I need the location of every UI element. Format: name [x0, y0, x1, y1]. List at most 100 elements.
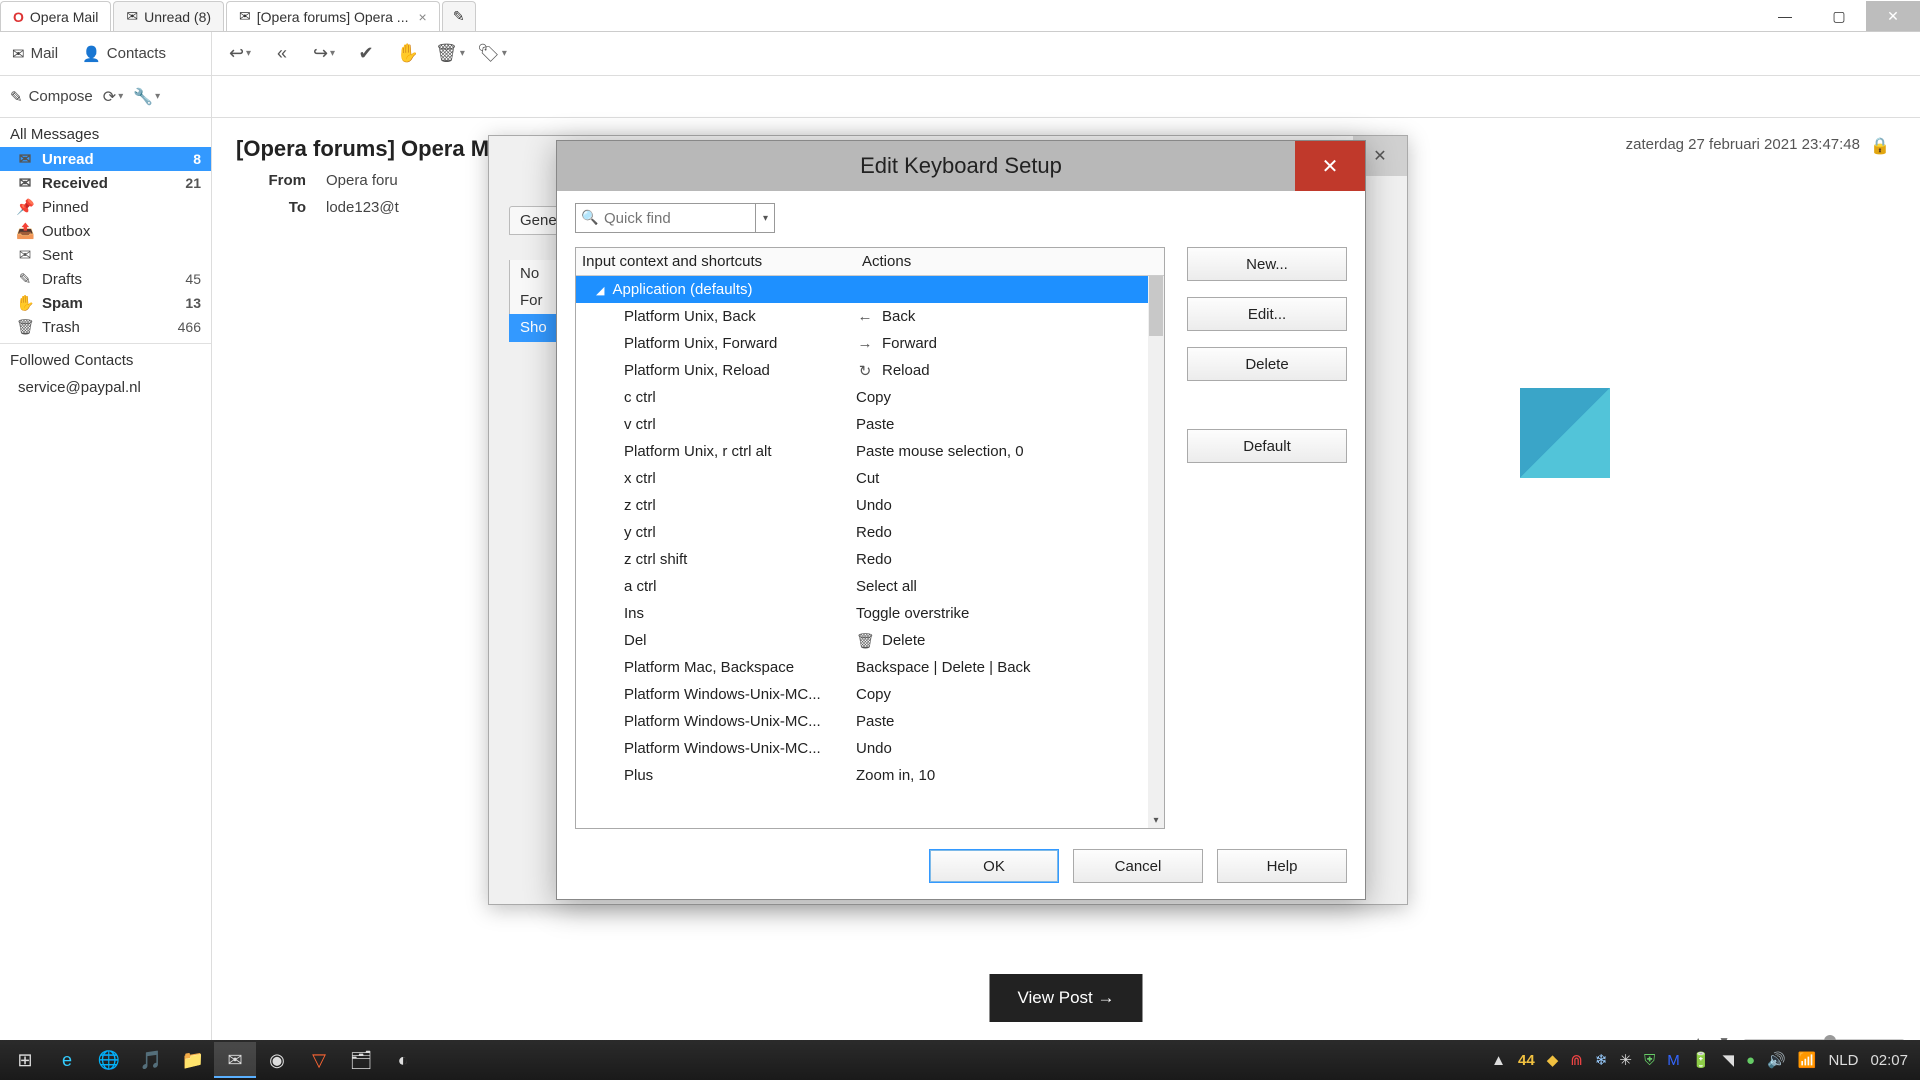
tray-shield-icon[interactable]: ◆ [1547, 1051, 1559, 1069]
start-button[interactable]: ⊞ [4, 1042, 46, 1078]
reply-all-button[interactable]: « [262, 34, 302, 74]
tray-app3-icon[interactable]: ◥ [1722, 1051, 1734, 1069]
mail-view-button[interactable]: ✉Mail [0, 32, 70, 75]
scroll-down-icon[interactable]: ▾ [1148, 812, 1164, 828]
tray-temperature[interactable]: 44 [1518, 1052, 1535, 1069]
shortcut-row[interactable]: c ctrlCopy [576, 384, 1148, 411]
spam-button[interactable]: ✋ [388, 34, 428, 74]
chrome-icon[interactable]: ◉ [256, 1042, 298, 1078]
tray-app2-icon[interactable]: ✳ [1619, 1051, 1632, 1069]
app-icon[interactable]: ◐ [382, 1042, 424, 1078]
shortcut-row[interactable]: InsToggle overstrike [576, 600, 1148, 627]
sub-toolbar: ✎Compose ⟳▾ 🔧▾ [0, 76, 1920, 118]
delete-button[interactable]: 🗑▾ [430, 34, 470, 74]
new-tab-button[interactable]: ✎ [442, 1, 476, 31]
shortcut-action: Reload [882, 362, 930, 379]
close-tab-icon[interactable]: × [418, 9, 426, 25]
compose-button[interactable]: ✎Compose [10, 88, 93, 106]
sidebar-item-pinned[interactable]: 📌Pinned [0, 195, 211, 219]
shortcut-row[interactable]: a ctrlSelect all [576, 573, 1148, 600]
tray-battery-icon[interactable]: 🔋 [1692, 1051, 1711, 1069]
folder-icon[interactable]: 🗂 [340, 1042, 382, 1078]
tab-unread[interactable]: ✉ Unread (8) [113, 1, 224, 31]
view-post-button[interactable]: View Post → [989, 974, 1142, 1022]
shortcut-row[interactable]: z ctrl shiftRedo [576, 546, 1148, 573]
dialog-close-button[interactable]: ✕ [1295, 141, 1365, 191]
globe-icon[interactable]: 🌐 [88, 1042, 130, 1078]
tray-clock[interactable]: 02:07 [1870, 1052, 1908, 1069]
shortcut-key: Platform Windows-Unix-MC... [576, 740, 856, 757]
sidebar-item-label: Outbox [42, 223, 90, 240]
shortcut-row[interactable]: Platform Unix, r ctrl altPaste mouse sel… [576, 438, 1148, 465]
tray-m-icon[interactable]: M [1667, 1052, 1680, 1069]
sidebar-contact[interactable]: service@paypal.nl [0, 373, 211, 402]
music-icon[interactable]: 🎵 [130, 1042, 172, 1078]
quick-find-input[interactable] [575, 203, 775, 233]
close-window-button[interactable]: ✕ [1866, 1, 1920, 31]
new-button[interactable]: New... [1187, 247, 1347, 281]
shortcut-key: c ctrl [576, 389, 856, 406]
shortcut-group-application[interactable]: ◢Application (defaults) [576, 276, 1148, 303]
app-tab-opera-mail[interactable]: O Opera Mail [0, 1, 111, 31]
minimize-button[interactable]: — [1758, 1, 1812, 31]
shortcut-row[interactable]: Platform Windows-Unix-MC...Copy [576, 681, 1148, 708]
sidebar-item-received[interactable]: ✉Received21 [0, 171, 211, 195]
maximize-button[interactable]: ▢ [1812, 1, 1866, 31]
default-button[interactable]: Default [1187, 429, 1347, 463]
shortcut-row[interactable]: x ctrlCut [576, 465, 1148, 492]
col-actions[interactable]: Actions [856, 253, 1164, 270]
mark-read-button[interactable]: ✔ [346, 34, 386, 74]
delete-shortcut-button[interactable]: Delete [1187, 347, 1347, 381]
shortcut-row[interactable]: Platform Unix, Forward→Forward [576, 330, 1148, 357]
tray-app-icon[interactable]: ❄ [1595, 1051, 1608, 1069]
mail-app-icon[interactable]: ✉ [214, 1042, 256, 1078]
shortcut-row[interactable]: PlusZoom in, 10 [576, 762, 1148, 789]
sidebar-item-spam[interactable]: ✋Spam13 [0, 291, 211, 315]
tray-magnet-icon[interactable]: ⋒ [1570, 1051, 1583, 1069]
shortcut-row[interactable]: Platform Mac, BackspaceBackspace | Delet… [576, 654, 1148, 681]
help-button[interactable]: Help [1217, 849, 1347, 883]
shortcut-row[interactable]: Platform Windows-Unix-MC...Paste [576, 708, 1148, 735]
sidebar-item-label: Sent [42, 247, 73, 264]
sidebar-item-sent[interactable]: ✉Sent [0, 243, 211, 267]
label-button[interactable]: 🏷▾ [472, 34, 512, 74]
settings-button[interactable]: 🔧▾ [133, 87, 160, 107]
shortcut-action: Undo [856, 740, 892, 757]
sidebar-all-messages[interactable]: All Messages [0, 122, 211, 147]
contacts-view-button[interactable]: 👤Contacts [70, 32, 178, 75]
sync-button[interactable]: ⟳▾ [103, 87, 123, 107]
brave-icon[interactable]: ▽ [298, 1042, 340, 1078]
forward-button[interactable]: ↪▾ [304, 34, 344, 74]
tray-chevron-up-icon[interactable]: ▲ [1491, 1052, 1506, 1069]
shortcut-row[interactable]: Platform Unix, Reload↻Reload [576, 357, 1148, 384]
shortcut-row[interactable]: Platform Unix, Back←Back [576, 303, 1148, 330]
reply-button[interactable]: ↩▾ [220, 34, 260, 74]
shortcut-action: Undo [856, 497, 892, 514]
explorer-icon[interactable]: 📁 [172, 1042, 214, 1078]
shortcut-row[interactable]: Del🗑Delete [576, 627, 1148, 654]
sidebar-item-drafts[interactable]: ✎Drafts45 [0, 267, 211, 291]
ie-icon[interactable]: e [46, 1042, 88, 1078]
edit-button[interactable]: Edit... [1187, 297, 1347, 331]
col-shortcuts[interactable]: Input context and shortcuts [576, 253, 856, 270]
tray-volume-icon[interactable]: 🔊 [1767, 1051, 1786, 1069]
tray-language[interactable]: NLD [1828, 1052, 1858, 1069]
sidebar-item-unread[interactable]: ✉Unread8 [0, 147, 211, 171]
sidebar-followed-contacts[interactable]: Followed Contacts [0, 348, 211, 373]
sidebar-item-trash[interactable]: 🗑Trash466 [0, 315, 211, 339]
tray-wifi-icon[interactable]: 📶 [1798, 1051, 1817, 1069]
search-dropdown-button[interactable]: ▾ [755, 203, 775, 233]
shortcut-row[interactable]: v ctrlPaste [576, 411, 1148, 438]
tray-security-icon[interactable]: ⛨ [1644, 1052, 1655, 1069]
shortcut-row[interactable]: z ctrlUndo [576, 492, 1148, 519]
mail-icon: ✉ [12, 45, 25, 63]
cancel-button[interactable]: Cancel [1073, 849, 1203, 883]
shortcut-row[interactable]: y ctrlRedo [576, 519, 1148, 546]
shortcut-row[interactable]: Platform Windows-Unix-MC...Undo [576, 735, 1148, 762]
scrollbar-thumb[interactable] [1149, 276, 1163, 336]
ok-button[interactable]: OK [929, 849, 1059, 883]
list-scrollbar[interactable]: ▾ [1148, 276, 1164, 828]
sidebar-item-outbox[interactable]: 📤Outbox [0, 219, 211, 243]
tray-status-icon[interactable]: ● [1746, 1052, 1755, 1069]
tab-forum[interactable]: ✉ [Opera forums] Opera ... × [226, 1, 440, 31]
